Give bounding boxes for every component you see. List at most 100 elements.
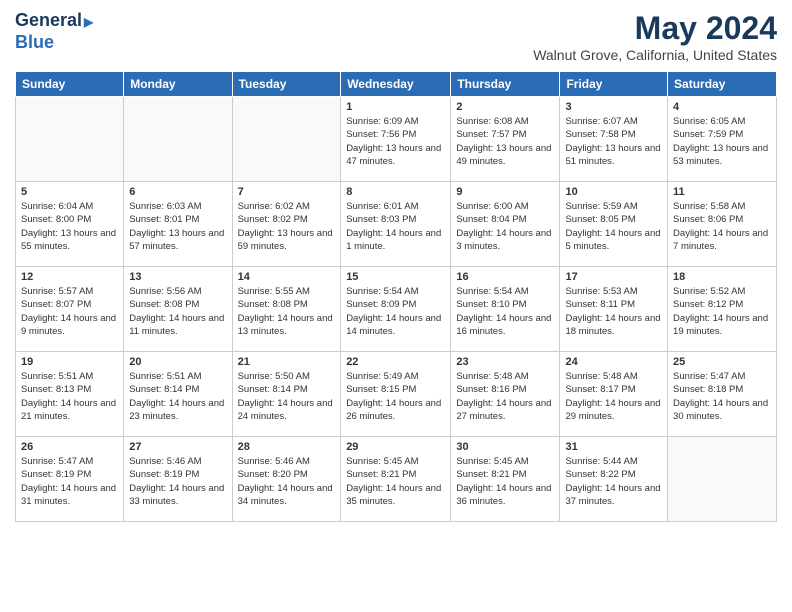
day-number: 21 <box>238 356 336 368</box>
day-number: 5 <box>21 186 118 198</box>
day-number: 16 <box>456 271 554 283</box>
day-info: Sunrise: 5:51 AMSunset: 8:14 PMDaylight:… <box>129 370 226 423</box>
calendar-cell: 30 Sunrise: 5:45 AMSunset: 8:21 PMDayligh… <box>451 437 560 522</box>
day-info: Sunrise: 5:46 AMSunset: 8:19 PMDaylight:… <box>129 455 226 508</box>
calendar-cell: 19 Sunrise: 5:51 AMSunset: 8:13 PMDayligh… <box>16 352 124 437</box>
day-number: 7 <box>238 186 336 198</box>
calendar-cell <box>16 97 124 182</box>
day-info: Sunrise: 6:05 AMSunset: 7:59 PMDaylight:… <box>673 115 771 168</box>
page-container: General▶ Blue May 2024 Walnut Grove, Cal… <box>0 0 792 532</box>
calendar-cell: 8Sunrise: 6:01 AMSunset: 8:03 PMDaylight… <box>341 182 451 267</box>
month-title: May 2024 <box>533 10 777 47</box>
calendar-week-5: 26 Sunrise: 5:47 AMSunset: 8:19 PMDayligh… <box>16 437 777 522</box>
calendar-cell: 26 Sunrise: 5:47 AMSunset: 8:19 PMDayligh… <box>16 437 124 522</box>
logo-subtext: Blue <box>15 32 93 54</box>
calendar-cell: 31Sunrise: 5:44 AMSunset: 8:22 PMDayligh… <box>560 437 668 522</box>
location: Walnut Grove, California, United States <box>533 47 777 63</box>
day-info: Sunrise: 6:08 AMSunset: 7:57 PMDaylight:… <box>456 115 554 168</box>
calendar-cell <box>124 97 232 182</box>
calendar-header-row: Sunday Monday Tuesday Wednesday Thursday… <box>16 72 777 97</box>
calendar-cell: 14Sunrise: 5:55 AMSunset: 8:08 PMDayligh… <box>232 267 341 352</box>
day-number: 8 <box>346 186 445 198</box>
calendar: Sunday Monday Tuesday Wednesday Thursday… <box>15 71 777 522</box>
header-friday: Friday <box>560 72 668 97</box>
header-wednesday: Wednesday <box>341 72 451 97</box>
calendar-cell: 25Sunrise: 5:47 AMSunset: 8:18 PMDayligh… <box>668 352 777 437</box>
day-number: 23 <box>456 356 554 368</box>
calendar-cell: 20 Sunrise: 5:51 AMSunset: 8:14 PMDayligh… <box>124 352 232 437</box>
day-number: 20 <box>129 356 226 368</box>
calendar-cell <box>232 97 341 182</box>
day-info: Sunrise: 5:47 AMSunset: 8:19 PMDaylight:… <box>21 455 118 508</box>
day-info: Sunrise: 5:50 AMSunset: 8:14 PMDaylight:… <box>238 370 336 423</box>
day-info: Sunrise: 5:45 AMSunset: 8:21 PMDaylight:… <box>456 455 554 508</box>
calendar-week-1: 1Sunrise: 6:09 AMSunset: 7:56 PMDaylight… <box>16 97 777 182</box>
calendar-cell: 29 Sunrise: 5:45 AMSunset: 8:21 PMDayligh… <box>341 437 451 522</box>
day-info: Sunrise: 5:48 AMSunset: 8:17 PMDaylight:… <box>565 370 662 423</box>
calendar-cell: 5 Sunrise: 6:04 AMSunset: 8:00 PMDaylight… <box>16 182 124 267</box>
day-number: 30 <box>456 441 554 453</box>
day-info: Sunrise: 5:51 AMSunset: 8:13 PMDaylight:… <box>21 370 118 423</box>
calendar-week-4: 19 Sunrise: 5:51 AMSunset: 8:13 PMDayligh… <box>16 352 777 437</box>
day-number: 13 <box>129 271 226 283</box>
calendar-cell: 23 Sunrise: 5:48 AMSunset: 8:16 PMDayligh… <box>451 352 560 437</box>
calendar-week-3: 12Sunrise: 5:57 AMSunset: 8:07 PMDayligh… <box>16 267 777 352</box>
day-number: 11 <box>673 186 771 198</box>
day-number: 26 <box>21 441 118 453</box>
calendar-cell: 15 Sunrise: 5:54 AMSunset: 8:09 PMDayligh… <box>341 267 451 352</box>
calendar-cell: 13 Sunrise: 5:56 AMSunset: 8:08 PMDayligh… <box>124 267 232 352</box>
day-info: Sunrise: 5:54 AMSunset: 8:09 PMDaylight:… <box>346 285 445 338</box>
calendar-cell: 12Sunrise: 5:57 AMSunset: 8:07 PMDayligh… <box>16 267 124 352</box>
calendar-cell: 16Sunrise: 5:54 AMSunset: 8:10 PMDayligh… <box>451 267 560 352</box>
calendar-cell: 3 Sunrise: 6:07 AMSunset: 7:58 PMDaylight… <box>560 97 668 182</box>
day-info: Sunrise: 5:52 AMSunset: 8:12 PMDaylight:… <box>673 285 771 338</box>
calendar-cell: 27 Sunrise: 5:46 AMSunset: 8:19 PMDayligh… <box>124 437 232 522</box>
calendar-body: 1Sunrise: 6:09 AMSunset: 7:56 PMDaylight… <box>16 97 777 522</box>
day-number: 4 <box>673 101 771 113</box>
day-number: 15 <box>346 271 445 283</box>
calendar-cell: 4 Sunrise: 6:05 AMSunset: 7:59 PMDaylight… <box>668 97 777 182</box>
calendar-week-2: 5 Sunrise: 6:04 AMSunset: 8:00 PMDaylight… <box>16 182 777 267</box>
day-info: Sunrise: 5:46 AMSunset: 8:20 PMDaylight:… <box>238 455 336 508</box>
header-saturday: Saturday <box>668 72 777 97</box>
day-number: 17 <box>565 271 662 283</box>
day-number: 31 <box>565 441 662 453</box>
day-number: 12 <box>21 271 118 283</box>
calendar-cell: 10Sunrise: 5:59 AMSunset: 8:05 PMDayligh… <box>560 182 668 267</box>
calendar-cell: 11Sunrise: 5:58 AMSunset: 8:06 PMDayligh… <box>668 182 777 267</box>
day-number: 27 <box>129 441 226 453</box>
day-number: 24 <box>565 356 662 368</box>
day-number: 28 <box>238 441 336 453</box>
day-number: 2 <box>456 101 554 113</box>
day-info: Sunrise: 6:00 AMSunset: 8:04 PMDaylight:… <box>456 200 554 253</box>
day-number: 10 <box>565 186 662 198</box>
header: General▶ Blue May 2024 Walnut Grove, Cal… <box>15 10 777 63</box>
logo: General▶ Blue <box>15 10 93 53</box>
calendar-cell: 17 Sunrise: 5:53 AMSunset: 8:11 PMDayligh… <box>560 267 668 352</box>
day-number: 14 <box>238 271 336 283</box>
calendar-cell: 28 Sunrise: 5:46 AMSunset: 8:20 PMDayligh… <box>232 437 341 522</box>
day-number: 3 <box>565 101 662 113</box>
day-info: Sunrise: 5:48 AMSunset: 8:16 PMDaylight:… <box>456 370 554 423</box>
header-thursday: Thursday <box>451 72 560 97</box>
day-info: Sunrise: 5:47 AMSunset: 8:18 PMDaylight:… <box>673 370 771 423</box>
day-info: Sunrise: 5:45 AMSunset: 8:21 PMDaylight:… <box>346 455 445 508</box>
header-sunday: Sunday <box>16 72 124 97</box>
calendar-cell: 21 Sunrise: 5:50 AMSunset: 8:14 PMDayligh… <box>232 352 341 437</box>
day-info: Sunrise: 5:56 AMSunset: 8:08 PMDaylight:… <box>129 285 226 338</box>
calendar-cell: 6Sunrise: 6:03 AMSunset: 8:01 PMDaylight… <box>124 182 232 267</box>
day-info: Sunrise: 6:04 AMSunset: 8:00 PMDaylight:… <box>21 200 118 253</box>
calendar-cell: 2 Sunrise: 6:08 AMSunset: 7:57 PMDaylight… <box>451 97 560 182</box>
calendar-cell: 24 Sunrise: 5:48 AMSunset: 8:17 PMDayligh… <box>560 352 668 437</box>
day-number: 29 <box>346 441 445 453</box>
day-number: 19 <box>21 356 118 368</box>
day-info: Sunrise: 6:07 AMSunset: 7:58 PMDaylight:… <box>565 115 662 168</box>
day-number: 22 <box>346 356 445 368</box>
header-tuesday: Tuesday <box>232 72 341 97</box>
header-monday: Monday <box>124 72 232 97</box>
calendar-cell: 1Sunrise: 6:09 AMSunset: 7:56 PMDaylight… <box>341 97 451 182</box>
calendar-cell: 7Sunrise: 6:02 AMSunset: 8:02 PMDaylight… <box>232 182 341 267</box>
day-info: Sunrise: 6:09 AMSunset: 7:56 PMDaylight:… <box>346 115 445 168</box>
day-info: Sunrise: 5:53 AMSunset: 8:11 PMDaylight:… <box>565 285 662 338</box>
calendar-cell: 9Sunrise: 6:00 AMSunset: 8:04 PMDaylight… <box>451 182 560 267</box>
